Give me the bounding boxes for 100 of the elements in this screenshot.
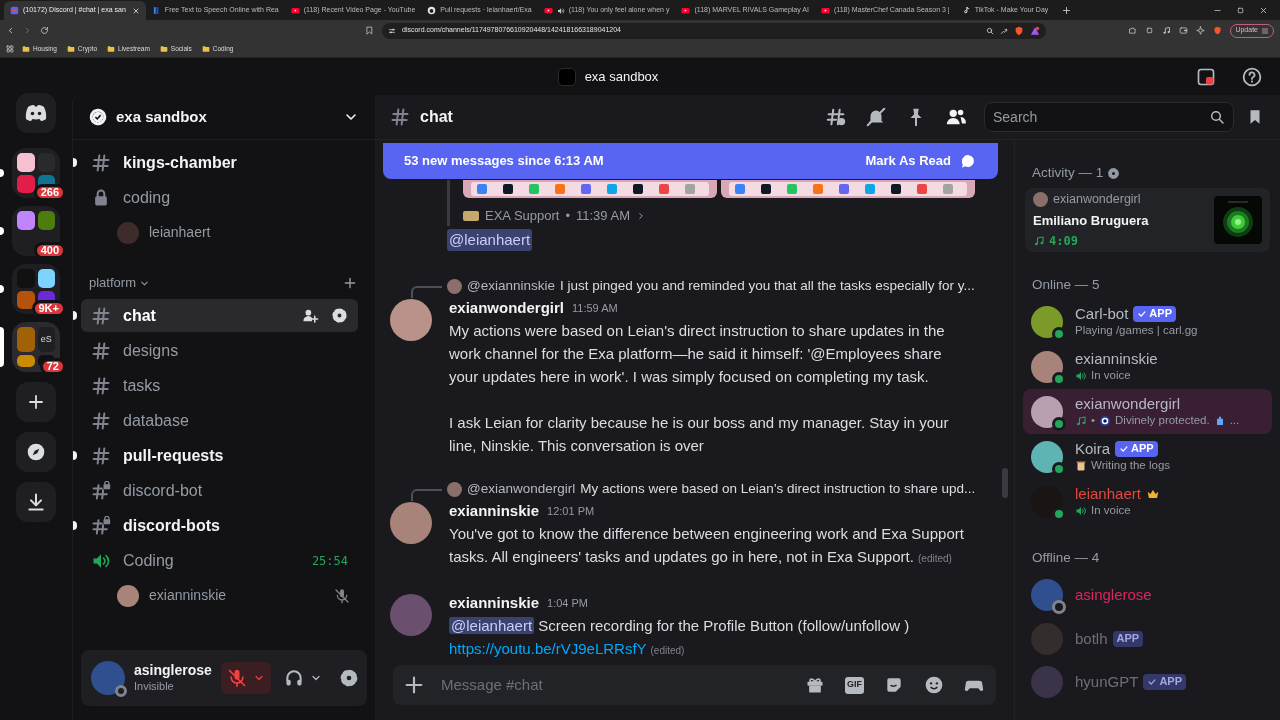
- new-tab-icon[interactable]: [1062, 6, 1072, 15]
- author-name[interactable]: exianninskie: [449, 499, 540, 523]
- author-name[interactable]: exianninskie: [449, 591, 540, 615]
- mention[interactable]: @leianhaert: [447, 228, 533, 252]
- member-item[interactable]: Carl-bot APP Playing /games | carl.gg: [1023, 299, 1272, 344]
- download-button[interactable]: [16, 482, 56, 522]
- reply-author[interactable]: @exianwondergirl: [467, 478, 576, 500]
- add-server-button[interactable]: [16, 382, 56, 422]
- avatar[interactable]: [390, 299, 432, 341]
- status-text: In voice: [1091, 368, 1131, 384]
- reload-icon[interactable]: [40, 26, 49, 35]
- discover-button[interactable]: [16, 432, 56, 472]
- author-name[interactable]: exianwondergirl: [449, 296, 565, 320]
- category-header[interactable]: platform: [89, 273, 150, 293]
- channel-item[interactable]: Coding 25:54: [81, 544, 358, 577]
- channel-item[interactable]: database: [81, 404, 358, 437]
- server-folder[interactable]: [12, 264, 60, 314]
- vpn-icon[interactable]: [1213, 26, 1223, 35]
- member-name: asinglerose: [1075, 585, 1152, 604]
- channel-item[interactable]: coding: [81, 181, 358, 214]
- track-title: Emiliano Bruguera: [1033, 211, 1150, 230]
- invite-icon[interactable]: [302, 307, 319, 324]
- reply-author[interactable]: @exianninskie: [467, 275, 555, 297]
- status-text: Writing the logs: [1091, 458, 1171, 474]
- folder-icon: [107, 45, 115, 53]
- apps-icon[interactable]: [6, 45, 14, 53]
- member-item[interactable]: asinglerose: [1023, 572, 1272, 617]
- activity-card[interactable]: exianwondergirl Emiliano Bruguera 4:09: [1025, 188, 1270, 252]
- settings-icon[interactable]: [338, 668, 359, 688]
- channel-item[interactable]: kings-chamber: [81, 146, 358, 179]
- home-button[interactable]: [16, 93, 56, 133]
- avatar[interactable]: [390, 502, 432, 544]
- server-folder[interactable]: [12, 148, 60, 198]
- voice-user[interactable]: leianhaert: [117, 215, 358, 250]
- extension-icon[interactable]: [1128, 26, 1138, 35]
- channel-item[interactable]: discord-bot: [81, 474, 358, 507]
- verified-icon: [1137, 308, 1148, 319]
- mark-as-read-button[interactable]: Mark As Read: [865, 151, 951, 171]
- channel-item[interactable]: designs: [81, 334, 358, 367]
- voice-user[interactable]: exianninskie: [117, 578, 358, 613]
- gift-icon[interactable]: [805, 675, 825, 695]
- avatar: [117, 221, 139, 244]
- attach-icon[interactable]: [403, 674, 425, 696]
- close-icon[interactable]: [1259, 6, 1268, 15]
- rewards-icon[interactable]: [1030, 25, 1040, 36]
- search-field[interactable]: Search: [984, 102, 1234, 132]
- chevron-icon[interactable]: [636, 211, 646, 221]
- bookmark-icon[interactable]: [365, 26, 374, 35]
- channel-item[interactable]: tasks: [81, 369, 358, 402]
- settings-icon[interactable]: [1107, 166, 1121, 180]
- emoji-icon[interactable]: [924, 675, 944, 695]
- scrollbar[interactable]: [1002, 468, 1008, 498]
- server-folder[interactable]: [12, 206, 60, 256]
- channel-icon: [91, 375, 111, 396]
- avatar[interactable]: [91, 661, 125, 695]
- member-item[interactable]: leianhaert In voice: [1023, 479, 1272, 524]
- mention[interactable]: @leianhaert: [449, 617, 535, 634]
- status-text: Playing /games | carl.gg: [1075, 323, 1198, 339]
- server-header[interactable]: exa sandbox: [73, 95, 375, 140]
- member-item[interactable]: exianwondergirl • Divinely protected. ...: [1023, 389, 1272, 434]
- avatar: [1031, 578, 1063, 611]
- shield-icon[interactable]: [1014, 25, 1024, 36]
- new-messages-banner[interactable]: 53 new messages since 6:13 AM Mark As Read: [383, 143, 998, 179]
- close-icon[interactable]: [131, 6, 140, 15]
- sparkle-icon[interactable]: [1196, 26, 1206, 35]
- avatar: [1031, 485, 1063, 518]
- music-icon[interactable]: [1162, 26, 1172, 35]
- site-icon: [543, 6, 553, 15]
- avatar: [1031, 440, 1063, 473]
- gif-button[interactable]: GIF: [845, 676, 864, 694]
- sidebar-icon[interactable]: [1145, 26, 1155, 35]
- message-input[interactable]: Message #chat GIF: [393, 665, 996, 705]
- member-item[interactable]: botlh APP: [1023, 617, 1272, 660]
- back-icon[interactable]: [6, 26, 15, 35]
- speaker-icon[interactable]: [556, 6, 565, 15]
- notifications-icon[interactable]: [865, 106, 887, 128]
- mute-button[interactable]: [220, 662, 271, 694]
- share-icon[interactable]: [1000, 26, 1008, 35]
- sticker-icon[interactable]: [884, 675, 904, 695]
- reply-text[interactable]: My actions were based on Leian's direct instruction to share upd...: [580, 478, 976, 500]
- forward-source[interactable]: EXA Support: [485, 206, 560, 226]
- reply-text[interactable]: I just pinged you and reminded you that all the tasks especially for y...: [560, 275, 975, 297]
- help-icon[interactable]: [1242, 66, 1262, 87]
- screen-icon[interactable]: [1196, 66, 1216, 87]
- link[interactable]: https://youtu.be/rVJ9eLRRsfY: [449, 640, 647, 657]
- channel-item[interactable]: pull-requests: [81, 439, 358, 472]
- zoom-icon[interactable]: [986, 26, 994, 35]
- channel-item[interactable]: discord-bots: [81, 509, 358, 542]
- headphones-icon: [283, 668, 304, 688]
- threads-icon[interactable]: [825, 106, 847, 128]
- channel-item[interactable]: chat: [81, 299, 358, 332]
- add-channel-icon[interactable]: [343, 276, 357, 290]
- site-settings-icon[interactable]: [388, 26, 396, 35]
- wallet-icon[interactable]: [1179, 26, 1189, 35]
- member-item[interactable]: Koira APP Writing the logs: [1023, 434, 1272, 479]
- member-item[interactable]: exianninskie In voice: [1023, 344, 1272, 389]
- member-item[interactable]: hyunGPT APP: [1023, 660, 1272, 703]
- maximize-icon[interactable]: [1236, 6, 1245, 15]
- voice-timer: 25:54: [311, 552, 348, 570]
- scroll-icon: [1075, 460, 1087, 472]
